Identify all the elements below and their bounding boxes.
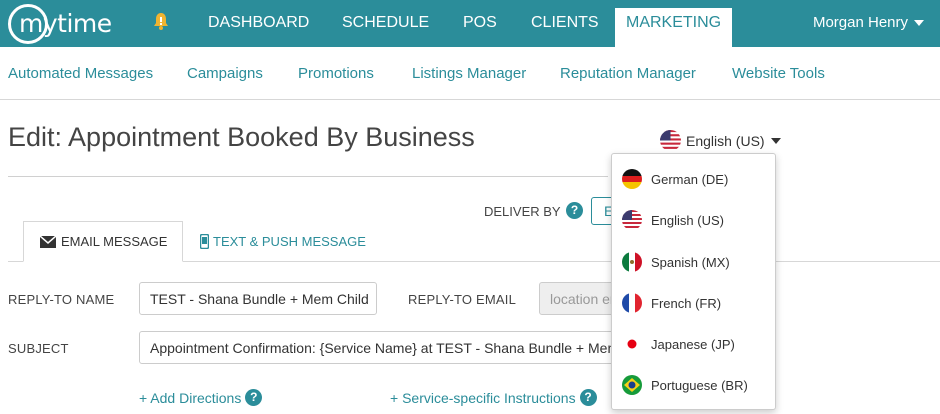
language-option-br[interactable]: Portuguese (BR)	[622, 374, 748, 396]
tab-email-message[interactable]: EMAIL MESSAGE	[23, 221, 183, 262]
language-option-label: Japanese (JP)	[651, 336, 735, 352]
sub-navbar: Automated Messages Campaigns Promotions …	[0, 47, 940, 100]
help-icon[interactable]: ?	[245, 389, 263, 406]
reply-to-email-label: REPLY-TO EMAIL	[408, 292, 517, 307]
top-navbar: mytime DASHBOARD SCHEDULE POS CLIENTS MA…	[0, 0, 940, 47]
tab-email-label: EMAIL MESSAGE	[61, 234, 168, 249]
flag-de-icon	[622, 169, 642, 189]
bell-icon[interactable]	[153, 12, 169, 30]
subject-label: SUBJECT	[8, 341, 69, 356]
flag-mx-icon	[622, 252, 642, 272]
subnav-automated-messages[interactable]: Automated Messages	[8, 65, 153, 82]
page-title: Edit: Appointment Booked By Business	[8, 122, 475, 152]
nav-schedule[interactable]: SCHEDULE	[342, 0, 429, 47]
phone-icon	[200, 234, 209, 249]
nav-pos[interactable]: POS	[463, 0, 497, 47]
tab-text-push-message[interactable]: TEXT & PUSH MESSAGE	[200, 221, 366, 262]
subnav-listings-manager[interactable]: Listings Manager	[412, 65, 526, 82]
chevron-down-icon	[914, 20, 924, 27]
language-option-fr[interactable]: French (FR)	[622, 292, 721, 314]
language-option-mx[interactable]: Spanish (MX)	[622, 251, 730, 273]
language-option-label: Spanish (MX)	[651, 254, 730, 270]
flag-br-icon	[622, 375, 642, 395]
logo-text: mytime	[19, 9, 112, 38]
add-directions-link[interactable]: + Add Directions ?	[139, 389, 263, 406]
title-divider	[8, 176, 608, 177]
reply-to-name-label: REPLY-TO NAME	[8, 292, 115, 307]
language-option-label: Portuguese (BR)	[651, 377, 748, 393]
help-icon[interactable]: ?	[566, 202, 583, 219]
reply-to-name-input[interactable]: TEST - Shana Bundle + Mem Child	[139, 282, 377, 315]
language-option-de[interactable]: German (DE)	[622, 168, 728, 190]
mytime-logo[interactable]: mytime	[8, 4, 120, 44]
user-name: Morgan Henry	[812, 14, 908, 31]
nav-marketing[interactable]: MARKETING	[615, 8, 733, 47]
help-icon[interactable]: ?	[579, 389, 597, 406]
chevron-down-icon	[770, 137, 781, 144]
language-option-label: English (US)	[651, 212, 724, 228]
subnav-reputation-manager[interactable]: Reputation Manager	[560, 65, 696, 82]
language-selected: English (US)	[686, 132, 765, 149]
subject-input[interactable]: Appointment Confirmation: {Service Name}…	[139, 331, 619, 364]
nav-dashboard[interactable]: DASHBOARD	[208, 0, 309, 47]
service-instructions-link[interactable]: + Service-specific Instructions ?	[390, 389, 597, 406]
language-option-jp[interactable]: Japanese (JP)	[622, 333, 735, 355]
reply-to-email-input[interactable]: location email	[539, 282, 619, 315]
language-dropdown: German (DE) English (US) Spanish (MX) Fr…	[611, 153, 776, 410]
tab-text-push-label: TEXT & PUSH MESSAGE	[213, 234, 366, 249]
flag-jp-icon	[622, 334, 642, 354]
language-option-label: French (FR)	[651, 295, 722, 311]
subnav-website-tools[interactable]: Website Tools	[732, 65, 825, 82]
subnav-promotions[interactable]: Promotions	[298, 65, 374, 82]
add-directions-label: + Add Directions	[139, 389, 242, 406]
flag-us-icon	[622, 210, 642, 230]
envelope-icon	[40, 235, 56, 248]
nav-clients[interactable]: CLIENTS	[531, 0, 599, 47]
user-menu[interactable]: Morgan Henry	[813, 0, 924, 47]
flag-us-icon	[660, 130, 681, 151]
flag-fr-icon	[622, 293, 642, 313]
language-option-us[interactable]: English (US)	[622, 209, 724, 231]
service-instructions-label: + Service-specific Instructions	[390, 389, 576, 406]
language-option-label: German (DE)	[651, 171, 729, 187]
deliver-by-label: DELIVER BY	[484, 204, 561, 219]
language-selector[interactable]: English (US)	[660, 130, 781, 151]
subnav-campaigns[interactable]: Campaigns	[187, 65, 263, 82]
